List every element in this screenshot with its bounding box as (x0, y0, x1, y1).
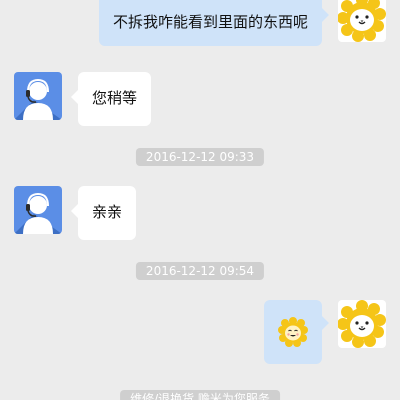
message-text: 亲亲 (92, 203, 123, 221)
chat-view: 不拆我咋能看到里面的东西呢 您稍等 2016-12-12 09:33 亲亲 20… (0, 0, 400, 400)
message-text: 不拆我咋能看到里面的东西呢 (112, 13, 308, 31)
message-text: 您稍等 (92, 89, 138, 107)
suning-lion-icon[interactable] (338, 0, 386, 42)
system-notice: 维修/退换货 赡米为您服务 (120, 390, 280, 400)
message-row-incoming: 您稍等 (0, 72, 400, 126)
outgoing-emoji-bubble[interactable] (264, 300, 329, 364)
incoming-message-bubble[interactable]: 亲亲 (70, 186, 137, 240)
outgoing-message-bubble[interactable]: 不拆我咋能看到里面的东西呢 (98, 0, 330, 46)
timestamp-label: 2016-12-12 09:54 (135, 262, 265, 280)
agent-avatar-icon[interactable] (14, 72, 62, 120)
message-row-incoming: 亲亲 (0, 186, 400, 240)
smiling-lion-emoji-icon (278, 317, 308, 347)
suning-lion-icon[interactable] (338, 300, 386, 348)
incoming-message-bubble[interactable]: 您稍等 (70, 72, 152, 126)
message-row-outgoing (0, 300, 400, 364)
agent-avatar-icon[interactable] (14, 186, 62, 234)
message-row-outgoing: 不拆我咋能看到里面的东西呢 (0, 0, 400, 48)
timestamp-label: 2016-12-12 09:33 (135, 148, 265, 166)
